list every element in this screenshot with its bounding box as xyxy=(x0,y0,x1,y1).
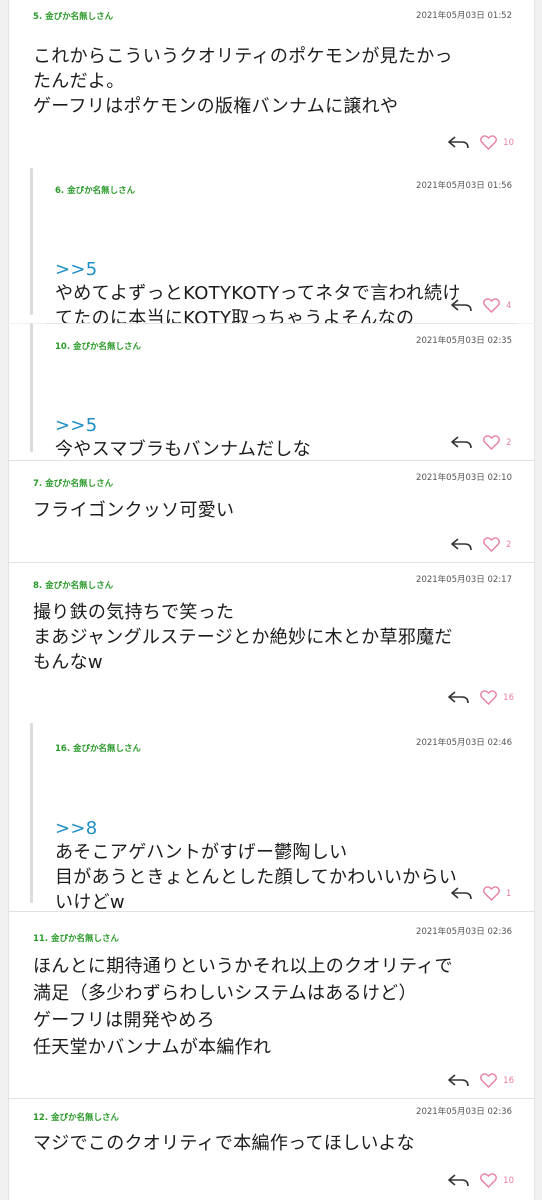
like-count: 2 xyxy=(506,539,512,550)
heart-icon[interactable] xyxy=(480,1073,498,1088)
reply-arrow-icon[interactable] xyxy=(451,537,473,552)
post-body: これからこういうクオリティのポケモンが見たかっ たんだよ。 ゲーフリはポケモンの… xyxy=(33,44,453,119)
poster-name[interactable]: 7. 金ぴか名無しさん xyxy=(33,477,113,489)
comment-post-5: 5. 金ぴか名無しさん 2021年05月03日 01:52 これからこういうクオ… xyxy=(8,0,535,160)
post-date: 2021年05月03日 01:52 xyxy=(416,11,512,21)
post-date: 2021年05月03日 02:10 xyxy=(416,473,512,483)
post-actions: 16 xyxy=(448,690,514,705)
post-body: ほんとに期待通りというかそれ以上のクオリティで 満足（多少わずらわしいシステムは… xyxy=(33,953,453,1061)
post-actions: 2 xyxy=(451,435,514,450)
post-body: マジでこのクオリティで本編作ってほしいよな xyxy=(33,1131,415,1156)
comment-thread: 5. 金ぴか名無しさん 2021年05月03日 01:52 これからこういうクオ… xyxy=(0,0,542,1200)
post-text: あそこアゲハントがすげー鬱陶しい 目があうときょとんとした顔してかわいいからい … xyxy=(55,842,458,913)
heart-icon[interactable] xyxy=(483,298,500,313)
poster-name[interactable]: 6. 金ぴか名無しさん xyxy=(55,184,135,196)
like-count: 16 xyxy=(503,1075,514,1086)
comment-post-8: 8. 金ぴか名無しさん 2021年05月03日 02:17 撮り鉄の気持ちで笑っ… xyxy=(8,563,535,715)
reply-arrow-icon[interactable] xyxy=(448,1173,470,1188)
post-date: 2021年05月03日 01:56 xyxy=(416,181,512,191)
heart-icon[interactable] xyxy=(480,690,498,705)
heart-icon[interactable] xyxy=(483,886,500,901)
post-text: マジでこのクオリティで本編作ってほしいよな xyxy=(33,1133,415,1154)
post-text: これからこういうクオリティのポケモンが見たかっ たんだよ。 ゲーフリはポケモンの… xyxy=(33,46,453,117)
reply-arrow-icon[interactable] xyxy=(451,298,473,313)
post-text: 撮り鉄の気持ちで笑った まあジャングルステージとか絶妙に木とか草邪魔だ もんなw xyxy=(33,602,453,673)
like-count: 2 xyxy=(506,437,512,448)
reply-arrow-icon[interactable] xyxy=(448,135,470,150)
heart-icon[interactable] xyxy=(480,135,498,150)
reply-anchor-link[interactable]: >>5 xyxy=(55,414,311,437)
reply-arrow-icon[interactable] xyxy=(448,1073,470,1088)
heart-icon[interactable] xyxy=(483,435,500,450)
reply-arrow-icon[interactable] xyxy=(448,690,470,705)
like-count: 10 xyxy=(503,137,514,148)
poster-name[interactable]: 16. 金ぴか名無しさん xyxy=(55,742,141,754)
poster-name[interactable]: 12. 金ぴか名無しさん xyxy=(33,1111,119,1123)
poster-name[interactable]: 11. 金ぴか名無しさん xyxy=(33,932,119,944)
post-date: 2021年05月03日 02:36 xyxy=(416,927,512,937)
post-actions: 1 xyxy=(451,886,514,901)
like-count: 1 xyxy=(506,888,512,899)
post-text: ほんとに期待通りというかそれ以上のクオリティで 満足（多少わずらわしいシステムは… xyxy=(33,956,453,1058)
post-actions: 10 xyxy=(448,135,514,150)
post-actions: 2 xyxy=(451,537,514,552)
poster-name[interactable]: 5. 金ぴか名無しさん xyxy=(33,10,113,22)
poster-name[interactable]: 8. 金ぴか名無しさん xyxy=(33,579,113,591)
comment-post-12: 12. 金ぴか名無しさん 2021年05月03日 02:36 マジでこのクオリテ… xyxy=(8,1099,535,1200)
comment-post-7: 7. 金ぴか名無しさん 2021年05月03日 02:10 フライゴンクッソ可愛… xyxy=(8,461,535,562)
post-text: フライゴンクッソ可愛い xyxy=(33,500,235,521)
comment-post-6: 6. 金ぴか名無しさん 2021年05月03日 01:56 >>5 やめてよずっと… xyxy=(8,160,535,329)
comment-post-11: 11. 金ぴか名無しさん 2021年05月03日 02:36 ほんとに期待通りと… xyxy=(8,912,535,1098)
post-date: 2021年05月03日 02:17 xyxy=(416,575,512,585)
poster-name[interactable]: 10. 金ぴか名無しさん xyxy=(55,340,141,352)
comment-post-10: 10. 金ぴか名無しさん 2021年05月03日 02:35 >>5 今やスマブラ… xyxy=(8,323,535,460)
like-count: 10 xyxy=(503,1175,514,1186)
post-actions: 10 xyxy=(448,1173,514,1188)
post-date: 2021年05月03日 02:46 xyxy=(416,738,512,748)
reply-anchor-link[interactable]: >>5 xyxy=(55,258,461,281)
reply-anchor-link[interactable]: >>8 xyxy=(55,817,457,840)
reply-arrow-icon[interactable] xyxy=(451,435,473,450)
post-body: フライゴンクッソ可愛い xyxy=(33,498,234,523)
post-date: 2021年05月03日 02:35 xyxy=(416,336,512,346)
reply-arrow-icon[interactable] xyxy=(451,886,473,901)
post-actions: 16 xyxy=(448,1073,514,1088)
like-count: 4 xyxy=(506,300,512,311)
post-date: 2021年05月03日 02:36 xyxy=(416,1107,512,1117)
heart-icon[interactable] xyxy=(480,1173,498,1188)
like-count: 16 xyxy=(503,692,514,703)
post-actions: 4 xyxy=(451,298,514,313)
comment-post-16: 16. 金ぴか名無しさん 2021年05月03日 02:46 >>8 あそこアゲハ… xyxy=(8,715,535,913)
post-body: 撮り鉄の気持ちで笑った まあジャングルステージとか絶妙に木とか草邪魔だ もんなw xyxy=(33,600,453,675)
post-text: 今やスマブラもバンナムだしな xyxy=(55,439,312,460)
heart-icon[interactable] xyxy=(483,537,500,552)
